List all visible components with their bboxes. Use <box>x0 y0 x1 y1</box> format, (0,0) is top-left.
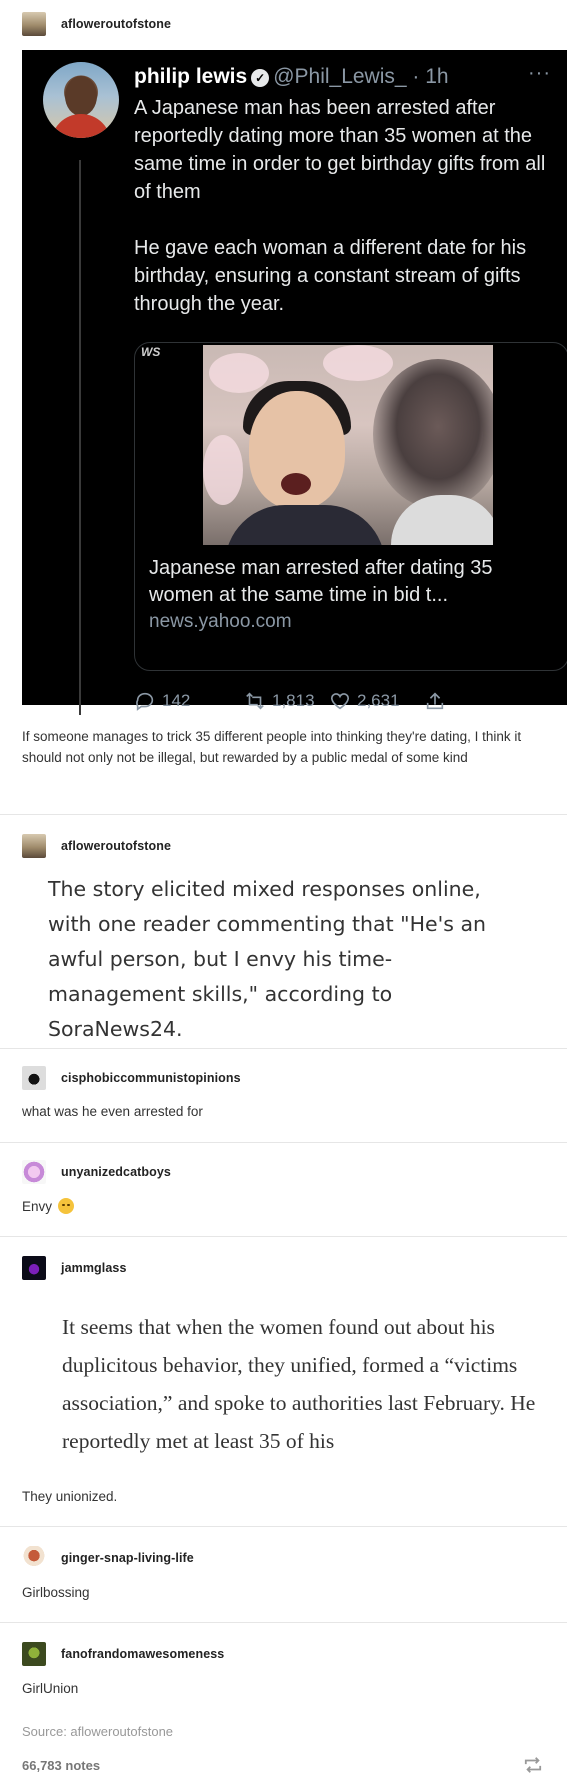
retweet-action: 1,813 <box>244 690 315 712</box>
post-header: ginger-snap-living-life <box>22 1546 194 1570</box>
divider <box>0 1048 567 1049</box>
avatar[interactable] <box>22 1546 46 1570</box>
username[interactable]: afloweroutofstone <box>61 17 171 31</box>
post-text: GirlUnion <box>22 1681 79 1696</box>
notes-count[interactable]: 66,783 notes <box>22 1758 100 1773</box>
reply-action: 142 <box>134 690 190 712</box>
card-domain: news.yahoo.com <box>149 611 292 632</box>
avatar[interactable] <box>22 1160 46 1184</box>
divider <box>0 1142 567 1143</box>
retweet-icon <box>246 692 264 710</box>
reblog-icon[interactable] <box>522 1756 544 1774</box>
divider <box>0 1622 567 1623</box>
username[interactable]: afloweroutofstone <box>61 839 171 853</box>
retweet-count: 1,813 <box>272 691 315 710</box>
tweet-paragraph: He gave each woman a different date for … <box>134 237 527 315</box>
tweet-handle: @Phil_Lewis_ <box>273 65 407 88</box>
like-count: 2,631 <box>357 691 400 710</box>
tweet-header: philip lewis ✓ @Phil_Lewis_ · 1h <box>134 64 449 90</box>
divider <box>0 1526 567 1527</box>
post-header: afloweroutofstone <box>22 12 171 36</box>
avatar[interactable] <box>22 1256 46 1280</box>
tweet-actions: 142 1,813 2,631 <box>134 690 554 714</box>
username[interactable]: unyanizedcatboys <box>61 1165 171 1179</box>
share-icon <box>426 692 444 710</box>
reply-icon <box>136 692 154 711</box>
card-source-label: WS <box>141 345 161 359</box>
link-card: WS Japanese man arrested after dating 35… <box>134 342 567 671</box>
verified-icon: ✓ <box>251 69 270 87</box>
post-text: They unionized. <box>22 1489 118 1504</box>
reply-count: 142 <box>162 691 191 710</box>
post-header: afloweroutofstone <box>22 834 171 858</box>
tweet-author-name: philip lewis <box>134 65 248 88</box>
quoted-text: It seems that when the women found out a… <box>62 1315 536 1453</box>
username[interactable]: fanofrandomawesomeness <box>61 1647 224 1661</box>
share-action <box>424 690 452 712</box>
post-header: jammglass <box>22 1256 127 1280</box>
post-text: what was he even arrested for <box>22 1104 203 1119</box>
avatar[interactable] <box>22 1066 46 1090</box>
tweet-body: A Japanese man has been arrested after r… <box>134 94 559 318</box>
tweet-avatar <box>43 62 119 138</box>
heart-icon <box>330 693 350 710</box>
post-text: Envy <box>22 1199 53 1214</box>
post-header: fanofrandomawesomeness <box>22 1642 224 1666</box>
post-header: cisphobiccommunistopinions <box>22 1066 241 1090</box>
avatar[interactable] <box>22 1642 46 1666</box>
like-action: 2,631 <box>329 690 400 712</box>
thread-line <box>79 160 81 715</box>
card-photo <box>203 345 493 545</box>
avatar[interactable] <box>22 12 46 36</box>
post-caption: If someone manages to trick 35 different… <box>22 729 522 765</box>
divider <box>0 1236 567 1237</box>
more-icon: ··· <box>528 62 551 84</box>
divider <box>0 814 567 815</box>
post-header: unyanizedcatboys <box>22 1160 171 1184</box>
username[interactable]: ginger-snap-living-life <box>61 1551 194 1565</box>
emoji-face-icon <box>58 1198 75 1214</box>
card-title: Japanese man arrested after dating 35 wo… <box>149 557 493 606</box>
tweet-time: · 1h <box>412 65 449 88</box>
quoted-text: The story elicited mixed responses onlin… <box>48 877 486 1041</box>
post-text: Girlbossing <box>22 1585 90 1600</box>
tweet-paragraph: A Japanese man has been arrested after r… <box>134 97 546 203</box>
post-text-row: Envy <box>22 1196 547 1217</box>
tweet-screenshot: philip lewis ✓ @Phil_Lewis_ · 1h ··· A Jap… <box>22 50 567 715</box>
username[interactable]: jammglass <box>61 1261 127 1275</box>
username[interactable]: cisphobiccommunistopinions <box>61 1071 241 1085</box>
avatar[interactable] <box>22 834 46 858</box>
source-link[interactable]: Source: afloweroutofstone <box>22 1724 173 1739</box>
